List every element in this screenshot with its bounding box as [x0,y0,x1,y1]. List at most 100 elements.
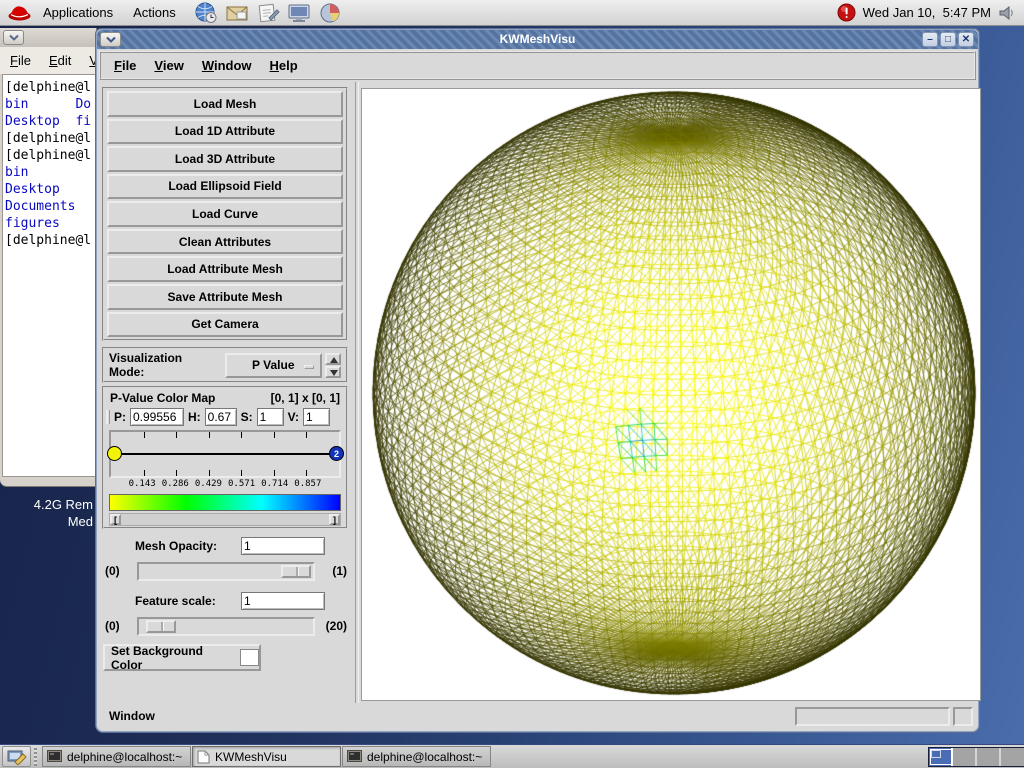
load-ellipsoid-field-button[interactable]: Load Ellipsoid Field [107,174,343,200]
terminal-icon [47,750,62,763]
tick-label: 0.571 [228,479,255,489]
taskbar: delphine@localhost:~ KWMeshVisu delphine@l… [0,744,1024,768]
action-buttons-frame: Load MeshLoad 1D AttributeLoad 3D Attrib… [102,87,348,341]
menu-view[interactable]: View [154,58,183,73]
tick-mark [274,432,275,438]
set-background-color-button[interactable]: Set Background Color [103,644,261,671]
panel-sash[interactable] [352,82,360,703]
spinner-up-button[interactable] [325,353,341,365]
task-list: delphine@localhost:~ KWMeshVisu delphine@l… [42,746,491,767]
menu-actions[interactable]: Actions [123,5,186,20]
save-attribute-mesh-button[interactable]: Save Attribute Mesh [107,284,343,310]
load-curve-button[interactable]: Load Curve [107,201,343,227]
feature-scale-handle[interactable] [146,620,176,633]
param-entry-p[interactable]: 0.99556 [130,408,184,426]
top-panel: Applications Actions [0,0,1024,26]
range-handle-right[interactable]: ] [329,514,340,525]
impress-icon[interactable] [287,2,311,24]
terminal-output[interactable]: [delphine@lbin DoDesktop fi[delphine@l[d… [2,74,97,477]
statusbar-grip[interactable] [953,707,973,726]
feature-scale-entry[interactable]: 1 [241,592,325,610]
terminal-line: Desktop fi [5,113,96,130]
email-icon[interactable] [225,2,249,24]
document-icon [197,750,210,764]
workspace-2[interactable] [953,748,977,766]
alert-icon[interactable] [837,3,856,22]
browser-icon[interactable] [194,2,218,24]
load-mesh-button[interactable]: Load Mesh [107,91,343,117]
panel-right: Wed Jan 10, 5:47 PM [837,3,1024,22]
statusbar: Window [99,704,976,729]
terminal-titlebar[interactable] [0,28,96,47]
terminal-menu-file[interactable]: File [10,53,31,68]
tick-mark [306,432,307,438]
menu-help[interactable]: Help [270,58,298,73]
redhat-icon[interactable] [6,2,33,24]
param-entry-s[interactable]: 1 [257,408,284,426]
visualization-mode-dropdown[interactable]: P Value [225,353,322,378]
kwmeshvisu-window: KWMeshVisu – □ ✕ File View Window Help Load… [95,28,980,733]
task-button-delphine-localhost-[interactable]: delphine@localhost:~ [42,746,191,767]
terminal-window-menu-button[interactable] [3,30,24,45]
render-viewport[interactable] [361,88,981,701]
task-label: delphine@localhost:~ [67,750,182,764]
feature-scale-groove[interactable] [137,617,315,636]
param-entry-h[interactable]: 0.67 [205,408,237,426]
terminal-window[interactable]: FileEditView [delphine@lbin DoDesktop fi… [0,28,97,487]
get-camera-button[interactable]: Get Camera [107,312,343,338]
optionmenu-indicator [304,365,314,369]
mesh-opacity-label: Mesh Opacity: [135,539,217,553]
clean-attributes-button[interactable]: Clean Attributes [107,229,343,255]
feature-scale-row: Feature scale: 1 [101,594,347,608]
load-attribute-mesh-button[interactable]: Load Attribute Mesh [107,256,343,282]
writer-icon[interactable] [256,2,280,24]
colormap-handle-high[interactable]: 2 [329,446,344,461]
colormap-range: [0, 1] x [0, 1] [271,391,340,405]
tick-mark [176,432,177,438]
tick-label: 0.714 [261,479,288,489]
taskbar-handle[interactable] [34,747,37,766]
workspace-1[interactable] [929,748,953,766]
panel-clock[interactable]: Wed Jan 10, 5:47 PM [863,5,991,20]
colormap-handle-low[interactable] [107,446,122,461]
colormap-tick-labels: 0.1430.2860.4290.5710.7140.857 [109,479,341,491]
menu-applications[interactable]: Applications [33,5,123,20]
menu-window[interactable]: Window [202,58,252,73]
chevron-down-icon [9,34,19,41]
param-label: H: [188,410,201,424]
colormap-slider-canvas[interactable]: 2 [109,430,341,478]
task-button-delphine-localhost-[interactable]: delphine@localhost:~ [342,746,491,767]
load-1d-attribute-button[interactable]: Load 1D Attribute [107,119,343,145]
volume-icon[interactable] [998,4,1016,22]
menubar: File View Window Help [99,51,976,80]
desktop-icon-label[interactable]: 4.2G Rem Med [0,496,95,530]
mesh-opacity-entry[interactable]: 1 [241,537,325,555]
show-desktop-button[interactable] [2,746,31,767]
spinner-down-button[interactable] [325,366,341,378]
minimize-button[interactable]: – [922,32,938,47]
workspace-4[interactable] [1001,748,1024,766]
load-3d-attribute-button[interactable]: Load 3D Attribute [107,146,343,172]
visualization-mode-spinner [325,353,341,378]
mesh-opacity-handle[interactable] [281,565,311,578]
task-label: KWMeshVisu [215,750,287,764]
mesh-sphere[interactable] [362,89,980,700]
terminal-menu-edit[interactable]: Edit [49,53,71,68]
mesh-opacity-groove[interactable] [137,562,315,581]
close-button[interactable]: ✕ [958,32,974,47]
colormap-range-slider[interactable]: [ ] [109,513,341,526]
visualization-mode-label: Visualization Mode: [109,351,217,379]
workspace-3[interactable] [977,748,1001,766]
param-entry-v[interactable]: 1 [303,408,330,426]
maximize-button[interactable]: □ [940,32,956,47]
terminal-line: Desktop [5,181,96,198]
colormap-params: P:0.99556H:0.67S:1V:1 [104,405,346,426]
range-handle-left[interactable]: [ [110,514,121,525]
terminal-line: [delphine@l [5,147,96,164]
task-button-kwmeshvisu[interactable]: KWMeshVisu [192,746,341,767]
menu-file[interactable]: File [114,58,136,73]
launcher-row [194,2,342,24]
titlebar[interactable]: KWMeshVisu – □ ✕ [97,30,978,49]
calc-icon[interactable] [318,2,342,24]
terminal-line: [delphine@l [5,130,96,147]
